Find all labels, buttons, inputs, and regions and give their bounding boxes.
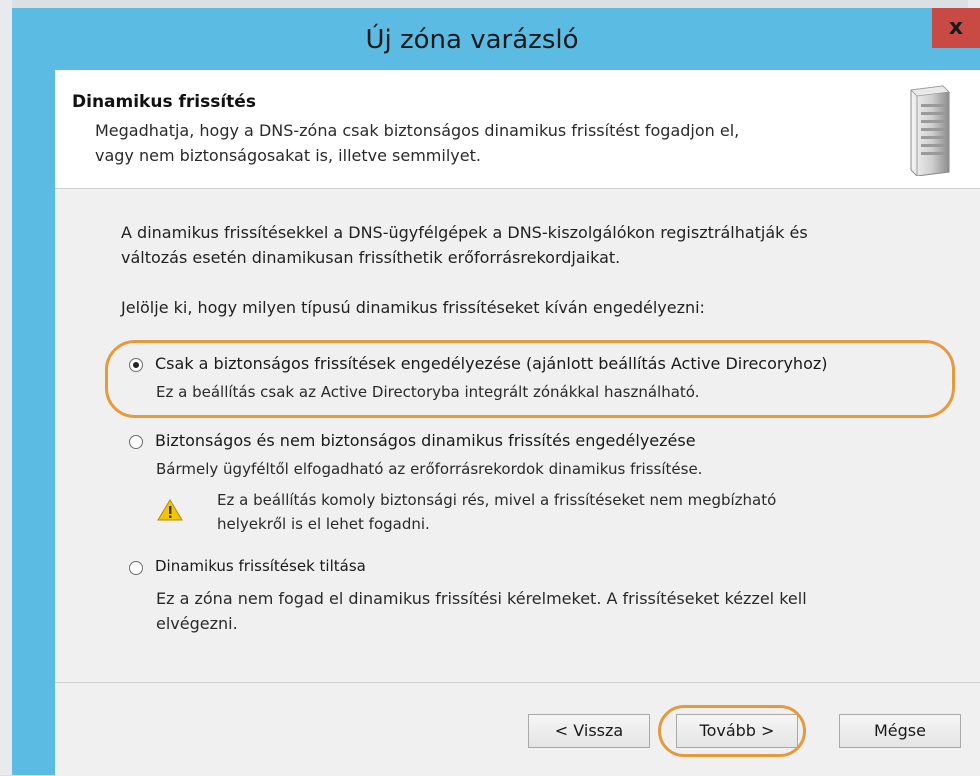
warning-line: helyekről is el lehet fogadni.: [217, 515, 430, 533]
title-bar[interactable]: Új zóna varázsló x: [12, 8, 980, 70]
server-icon: [910, 85, 950, 176]
page-description-line: Megadhatja, hogy a DNS-zóna csak biztons…: [95, 121, 740, 140]
option-desc-line: Ez a zóna nem fogad el dinamikus frissít…: [156, 589, 807, 608]
option-label-secure-and-nonsecure[interactable]: Biztonságos és nem biztonságos dinamikus…: [155, 431, 696, 450]
page-title: Dinamikus frissítés: [72, 92, 256, 112]
prompt-text: Jelölje ki, hogy milyen típusú dinamikus…: [121, 298, 705, 317]
wizard-footer: < Vissza Tovább > Mégse: [55, 682, 980, 776]
radio-disable-updates[interactable]: [129, 561, 143, 575]
wizard-window: Új zóna varázsló x Dinamikus frissítés M…: [12, 8, 980, 776]
option-label-secure-only[interactable]: Csak a biztonságos frissítések engedélye…: [155, 354, 828, 373]
page-description-line: vagy nem biztonságosakat is, illetve sem…: [95, 146, 481, 165]
close-button[interactable]: x: [932, 8, 980, 48]
option-desc-secure-only: Ez a beállítás csak az Active Directoryb…: [156, 383, 700, 401]
cancel-button[interactable]: Mégse: [839, 714, 961, 748]
option-desc-disable-updates: Ez a zóna nem fogad el dinamikus frissít…: [156, 586, 956, 636]
option-label-disable-updates[interactable]: Dinamikus frissítések tiltása: [155, 557, 366, 575]
option-desc-secure-and-nonsecure: Bármely ügyféltől elfogadható az erőforr…: [156, 460, 703, 478]
warning-line: Ez a beállítás komoly biztonsági rés, mi…: [217, 491, 777, 509]
back-button[interactable]: < Vissza: [528, 714, 650, 748]
next-highlight-annotation: [658, 705, 806, 757]
intro-line: változás esetén dinamikusan frissíthetik…: [121, 248, 621, 267]
radio-secure-and-nonsecure[interactable]: [129, 435, 143, 449]
wizard-client-area: Dinamikus frissítés Megadhatja, hogy a D…: [55, 70, 980, 776]
background-left: [0, 0, 12, 775]
intro-text: A dinamikus frissítésekkel a DNS-ügyfélg…: [121, 220, 951, 270]
intro-line: A dinamikus frissítésekkel a DNS-ügyfélg…: [121, 223, 808, 242]
option-highlight-annotation: [105, 340, 955, 418]
page-description: Megadhatja, hogy a DNS-zóna csak biztons…: [95, 118, 865, 168]
option-desc-line: elvégezni.: [156, 614, 238, 633]
wizard-header: Dinamikus frissítés Megadhatja, hogy a D…: [55, 70, 980, 189]
warning-icon: [157, 499, 183, 521]
window-title: Új zóna varázsló: [365, 25, 579, 55]
radio-secure-only[interactable]: [129, 358, 143, 372]
warning-text: Ez a beállítás komoly biztonsági rés, mi…: [217, 488, 957, 536]
